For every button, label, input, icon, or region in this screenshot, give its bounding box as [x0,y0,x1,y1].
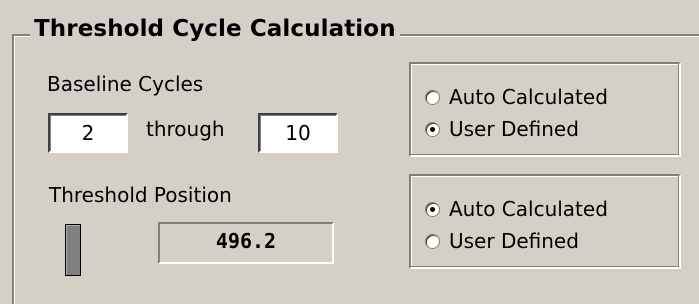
through-label: through [146,117,225,141]
baseline-user-option[interactable]: User Defined [425,116,579,142]
group-title: Threshold Cycle Calculation [30,16,400,42]
baseline-auto-label: Auto Calculated [449,85,608,109]
threshold-value-readout: 496.2 [158,222,334,264]
threshold-user-radio[interactable] [425,233,440,249]
threshold-auto-option[interactable]: Auto Calculated [425,196,608,222]
baseline-end-input[interactable] [258,113,338,153]
threshold-auto-radio[interactable] [425,201,440,217]
baseline-cycles-label: Baseline Cycles [47,72,204,96]
baseline-user-label: User Defined [449,117,579,141]
threshold-user-option[interactable]: User Defined [425,228,579,254]
threshold-auto-label: Auto Calculated [449,197,608,221]
baseline-auto-option[interactable]: Auto Calculated [425,84,608,110]
threshold-position-label: Threshold Position [49,183,232,207]
baseline-mode-radio-group: Auto Calculated User Defined [409,62,681,157]
baseline-auto-radio[interactable] [425,89,440,105]
threshold-user-label: User Defined [449,229,579,253]
baseline-user-radio[interactable] [425,121,440,137]
threshold-mode-radio-group: Auto Calculated User Defined [409,174,681,269]
baseline-start-input[interactable] [48,113,128,153]
threshold-indicator [65,224,81,276]
